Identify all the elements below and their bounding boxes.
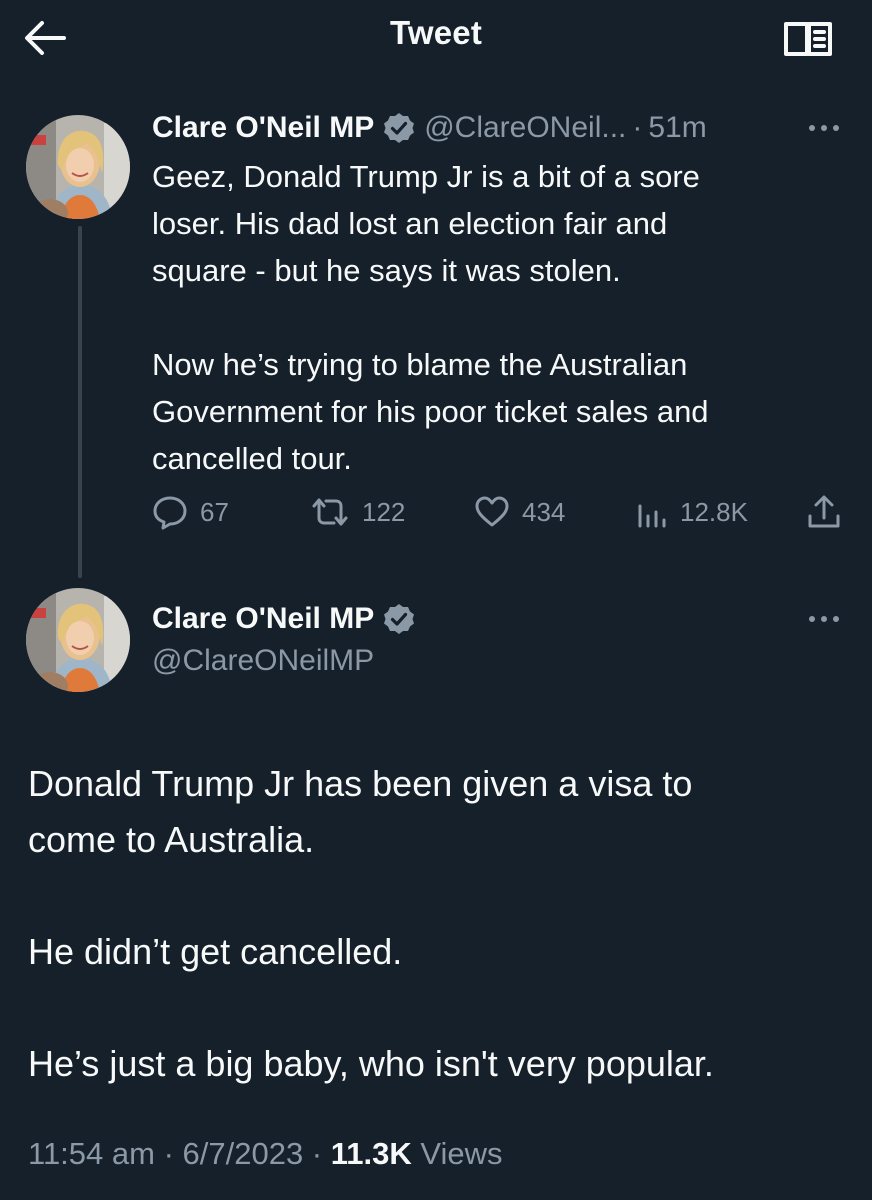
reply-button[interactable]: 67	[150, 488, 229, 536]
tweet-metadata: 11:54 am · 6/7/2023 · 11.3K Views	[28, 1136, 503, 1172]
verified-badge-icon	[384, 113, 415, 143]
tweet-time[interactable]: 51m	[648, 111, 706, 145]
tweet-text: Donald Trump Jr has been given a visa to…	[28, 763, 714, 1084]
tweet-actions: 67 122 434 12.8K	[150, 488, 850, 536]
separator-dot: ·	[154, 1136, 183, 1171]
separator-dot: ·	[303, 1136, 331, 1171]
view-count: 12.8K	[680, 496, 748, 527]
share-upload-icon	[808, 495, 840, 528]
more-options-button[interactable]	[806, 607, 846, 631]
author-handle[interactable]: @ClareONeilMP	[152, 644, 374, 678]
heart-icon	[475, 496, 509, 527]
share-button[interactable]	[804, 488, 854, 536]
views-button[interactable]: 12.8K	[634, 488, 748, 536]
reply-count: 67	[200, 496, 229, 527]
retweet-button[interactable]: 122	[308, 488, 405, 536]
author-name[interactable]: Clare O'Neil MP	[152, 111, 374, 145]
separator-dot: ·	[632, 111, 643, 144]
thread-connector-line	[78, 226, 82, 578]
like-count: 434	[522, 496, 566, 527]
author-name[interactable]: Clare O'Neil MP	[152, 602, 374, 636]
more-dots-icon	[809, 616, 839, 622]
more-options-button[interactable]	[806, 116, 846, 140]
tweet-date[interactable]: 6/7/2023	[183, 1136, 304, 1171]
top-bar: Tweet	[0, 0, 872, 78]
page-title: Tweet	[389, 14, 483, 51]
tweet-header: Clare O'Neil MP	[152, 598, 424, 640]
tweet-text: Geez, Donald Trump Jr is a bit of a sore…	[152, 159, 709, 476]
bar-chart-icon	[638, 504, 666, 528]
tweet-header: Clare O'Neil MP @ClareONeil... · 51m	[152, 107, 707, 149]
more-dots-icon	[809, 125, 839, 131]
avatar[interactable]	[26, 588, 130, 692]
author-handle[interactable]: @ClareONeil...	[424, 111, 626, 145]
verified-badge-icon	[384, 604, 415, 634]
reply-bubble-icon	[153, 496, 187, 530]
like-button[interactable]: 434	[472, 488, 565, 536]
reader-mode-button[interactable]	[778, 14, 838, 62]
views-label: Views	[411, 1136, 503, 1171]
view-count: 11.3K	[330, 1136, 412, 1171]
avatar[interactable]	[26, 115, 130, 219]
tweet-time[interactable]: 11:54 am	[28, 1136, 155, 1171]
retweet-icon	[312, 498, 348, 526]
reader-mode-icon	[784, 22, 832, 56]
retweet-count: 122	[362, 496, 406, 527]
